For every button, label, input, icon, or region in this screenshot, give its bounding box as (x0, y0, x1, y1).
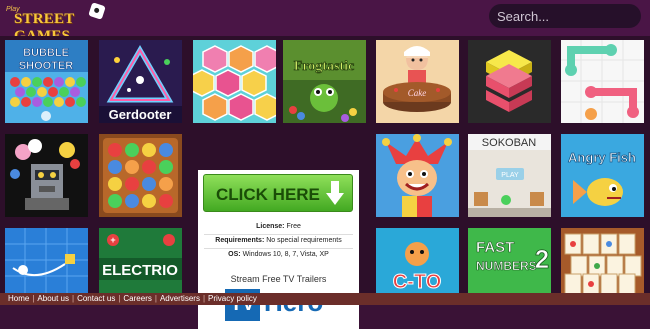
game-tile-bubble-shooter[interactable]: BUBBLE SHOOTER (5, 40, 88, 123)
sokoban-play-label: PLAY (501, 172, 519, 179)
game-tile-electrio[interactable]: + ELECTRIO (99, 228, 182, 293)
fast-numbers-thumbnail: FAST NUMBERS 2 (468, 228, 551, 293)
ad-box: CLICK HERE License: Free Requirements: N… (198, 170, 359, 329)
gerdooter-thumbnail: Gerdooter (99, 40, 182, 123)
electrio-thumbnail: + ELECTRIO (99, 228, 182, 293)
footer-separator: | (202, 294, 206, 303)
hexa-thumbnail (193, 40, 276, 123)
connect-dots-thumbnail (561, 40, 644, 123)
click-here-label: CLICK HERE (216, 185, 320, 204)
c-to-thumbnail: C-TO (376, 228, 459, 293)
footer-separator: | (154, 294, 157, 303)
os-value: Windows 10, 8, 7, Vista, XP (242, 251, 329, 258)
requirements-value: No special requirements (266, 237, 342, 244)
svg-text:FAST: FAST (476, 239, 514, 256)
footer-link-contact-us[interactable]: Contact us (77, 294, 115, 303)
physics-thumbnail (5, 228, 88, 293)
os-label: OS: (228, 251, 241, 258)
footer-link-about-us[interactable]: About us (37, 294, 69, 303)
bubble-shooter-thumbnail: BUBBLE SHOOTER (5, 40, 88, 123)
game-tile-c-to[interactable]: C-TO (376, 228, 459, 293)
cake-design-thumbnail: Cake (376, 40, 459, 123)
angry-fish-title: Angry Fish (568, 150, 636, 165)
footer-separator: | (118, 294, 121, 303)
license-value: Free (286, 223, 301, 230)
game-tile-frogtastic[interactable]: Frogtastic (283, 40, 366, 123)
footer-link-advertisers[interactable]: Advertisers (160, 294, 200, 303)
svg-text:Gerdooter: Gerdooter (109, 107, 172, 122)
robot-puzzle-thumbnail (5, 134, 88, 217)
c-to-title: C-TO (393, 271, 442, 293)
click-here-button[interactable]: CLICK HERE (203, 174, 353, 212)
arrow-down-icon (326, 181, 344, 205)
site-header: Play STREET GAMES (0, 0, 650, 44)
game-tile-connect-dots[interactable] (561, 40, 644, 123)
game-tile-mahjong[interactable] (561, 228, 644, 293)
divider (204, 248, 353, 249)
game-tile-physics[interactable] (5, 228, 88, 293)
game-tile-robot-puzzle[interactable] (5, 134, 88, 217)
game-tile-fast-numbers[interactable]: FAST NUMBERS 2 (468, 228, 551, 293)
footer-link-privacy-policy[interactable]: Privacy policy (208, 294, 257, 303)
footer-link-home[interactable]: Home (8, 294, 29, 303)
ad-info: License: Free Requirements: No special r… (198, 220, 359, 262)
site-footer: Home | About us | Contact us | Careers | Adverti… (0, 293, 650, 305)
site-logo[interactable]: Play STREET GAMES (4, 2, 114, 44)
fast-numbers-number: 2 (535, 244, 549, 274)
frogtastic-thumbnail: Frogtastic (283, 40, 366, 123)
svg-text:SHOOTER: SHOOTER (19, 60, 73, 72)
game-tile-cake-design[interactable]: Cake (376, 40, 459, 123)
svg-text:Cake: Cake (408, 88, 427, 98)
divider (204, 234, 353, 235)
svg-text:BUBBLE: BUBBLE (23, 47, 69, 59)
game-tile-hexa[interactable] (193, 40, 276, 123)
game-tile-stack[interactable] (468, 40, 551, 123)
footer-separator: | (32, 294, 35, 303)
stream-text[interactable]: Stream Free TV Trailers (198, 274, 359, 284)
license-label: License: (256, 223, 285, 230)
marbles-thumbnail (99, 134, 182, 217)
game-tile-jester[interactable] (376, 134, 459, 217)
requirements-label: Requirements: (215, 237, 265, 244)
footer-link-careers[interactable]: Careers (123, 294, 151, 303)
footer-separator: | (72, 294, 75, 303)
sokoban-thumbnail: SOKOBAN PLAY (468, 134, 551, 217)
game-tile-sokoban[interactable]: SOKOBAN PLAY (468, 134, 551, 217)
svg-text:NUMBERS: NUMBERS (476, 259, 537, 273)
jester-thumbnail (376, 134, 459, 217)
game-tile-gerdooter[interactable]: Gerdooter (99, 40, 182, 123)
sokoban-title: SOKOBAN (482, 137, 536, 149)
stack-thumbnail (468, 40, 551, 123)
svg-text:Frogtastic: Frogtastic (294, 59, 354, 74)
angry-fish-thumbnail: Angry Fish (561, 134, 644, 217)
game-tile-marbles[interactable] (99, 134, 182, 217)
game-grid: BUBBLE SHOOTER Gerdooter Frogtastic Cake… (0, 36, 650, 329)
svg-text:+: + (110, 235, 115, 245)
game-tile-angry-fish[interactable]: Angry Fish (561, 134, 644, 217)
mahjong-thumbnail (561, 228, 644, 293)
electrio-title: ELECTRIO (102, 262, 178, 279)
search-input[interactable] (489, 4, 641, 28)
